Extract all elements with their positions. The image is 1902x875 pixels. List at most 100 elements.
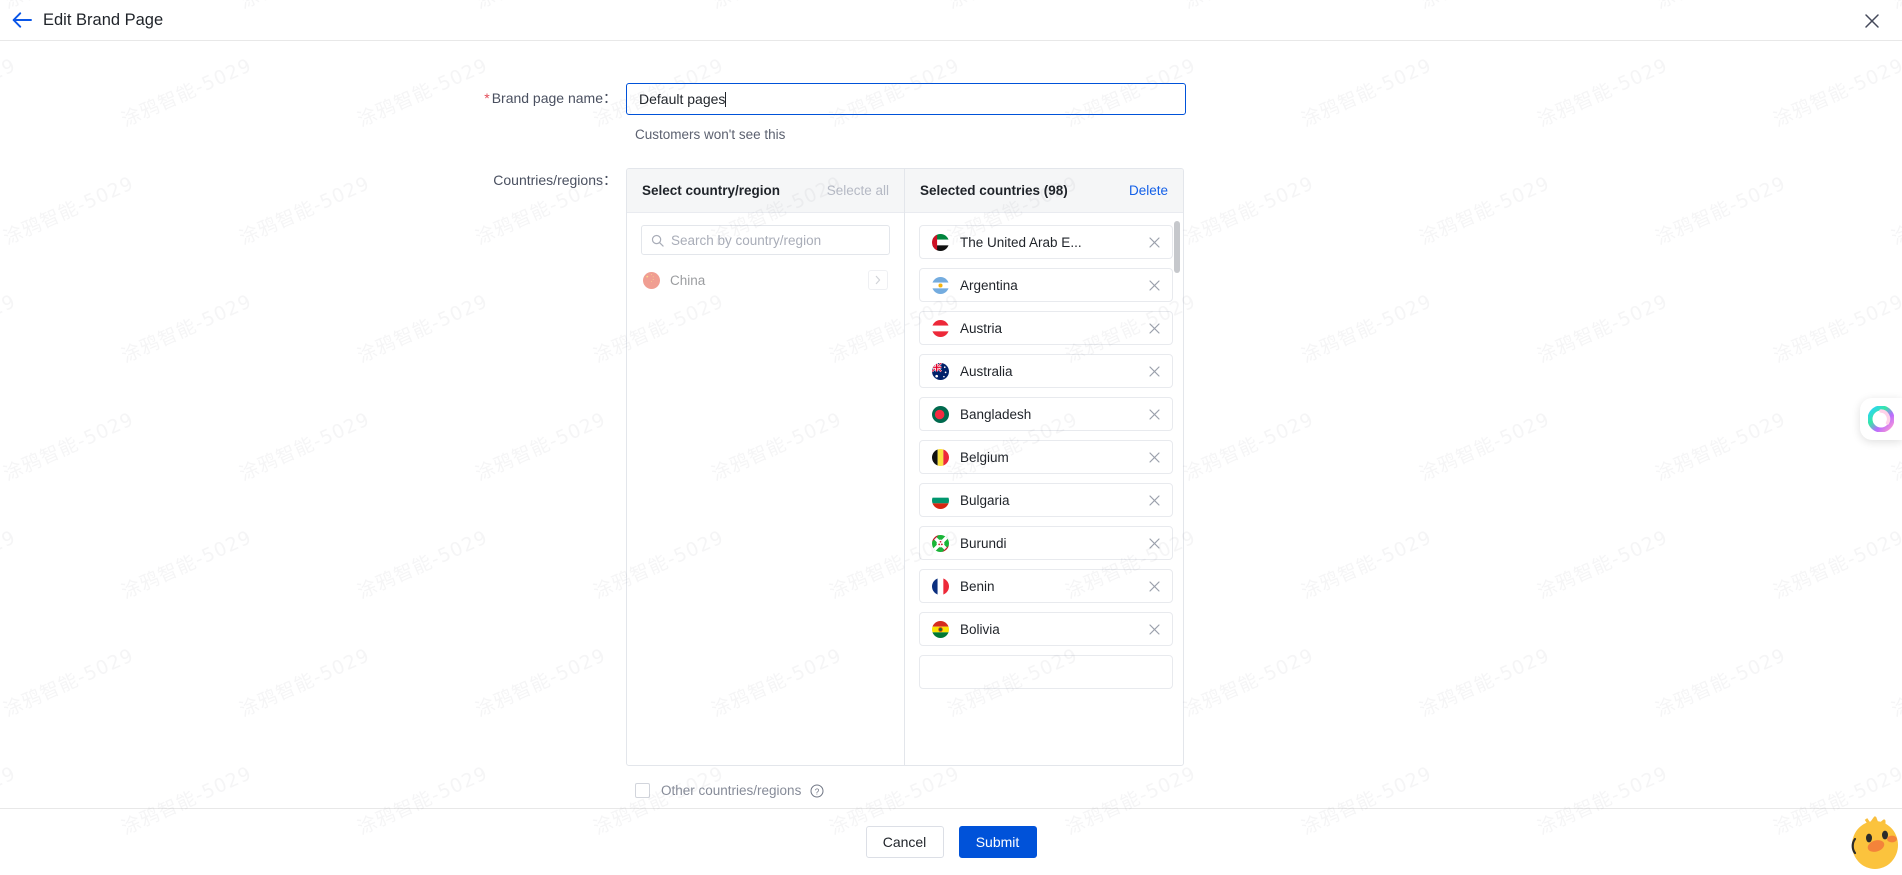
dialog-footer: Cancel Submit	[0, 808, 1902, 875]
countries-regions-label: Countries/regions：	[0, 168, 626, 192]
source-list-item-china[interactable]: China	[641, 265, 890, 295]
chick-mascot-icon[interactable]	[1844, 811, 1900, 873]
watermark-text: 涂鸦智能-5029	[1770, 290, 1902, 368]
window-header: Edit Brand Page	[0, 0, 1902, 41]
flag-bj-icon	[932, 577, 949, 595]
watermark-text: 涂鸦智能-5029	[1180, 644, 1318, 722]
selected-country-label: Burundi	[960, 535, 1007, 551]
watermark-text: 涂鸦智能-5029	[1888, 644, 1902, 722]
remove-country-icon[interactable]	[1146, 234, 1162, 250]
selected-country-label: Bulgaria	[960, 492, 1010, 508]
watermark-text: 涂鸦智能-5029	[1416, 172, 1554, 250]
selected-country-item[interactable]: Belgium	[919, 440, 1173, 474]
selected-country-label: Bolivia	[960, 621, 1000, 637]
remove-country-icon[interactable]	[1146, 449, 1162, 465]
ai-assistant-button[interactable]	[1860, 398, 1902, 440]
watermark-text: 涂鸦智能-5029	[1770, 526, 1902, 604]
remove-country-icon[interactable]	[1146, 320, 1162, 336]
selected-country-item[interactable]: Bolivia	[919, 612, 1173, 646]
cancel-button[interactable]: Cancel	[865, 826, 944, 858]
select-all-button[interactable]: Selecte all	[827, 183, 889, 198]
watermark-text: 涂鸦智能-5029	[1652, 644, 1790, 722]
back-arrow-icon[interactable]	[9, 7, 35, 33]
watermark-text: 涂鸦智能-5029	[1180, 408, 1318, 486]
flag-at-icon	[932, 319, 949, 337]
selected-country-label: Austria	[960, 320, 1003, 336]
remove-country-icon[interactable]	[1146, 363, 1162, 379]
watermark-text: 涂鸦智能-5029	[1298, 290, 1436, 368]
selected-country-item[interactable]	[919, 655, 1173, 689]
flag-bo-icon	[932, 620, 949, 638]
label-colon: ：	[603, 90, 617, 106]
watermark-text: 涂鸦智能-5029	[1298, 526, 1436, 604]
question-circle-icon[interactable]: ?	[809, 783, 824, 798]
transfer-target-panel: Selected countries (98) Delete The Unite…	[905, 169, 1183, 765]
other-countries-label: Other countries/regions	[661, 783, 802, 798]
page-title: Edit Brand Page	[43, 10, 164, 29]
close-icon[interactable]	[1860, 9, 1884, 33]
brand-page-name-value: Default pages	[639, 91, 726, 107]
selected-country-item[interactable]: Australia	[919, 354, 1173, 388]
watermark-text: 涂鸦智能-5029	[1180, 172, 1318, 250]
delete-all-button[interactable]: Delete	[1129, 183, 1168, 198]
watermark-text: 涂鸦智能-5029	[1888, 172, 1902, 250]
ai-orb-icon	[1868, 406, 1894, 432]
remove-country-icon[interactable]	[1146, 535, 1162, 551]
transfer-source-header: Select country/region Selecte all	[627, 169, 904, 213]
selected-country-item[interactable]: Argentina	[919, 268, 1173, 302]
selected-list-scrollbar[interactable]	[1174, 221, 1180, 757]
watermark-text: 涂鸦智能-5029	[1652, 172, 1790, 250]
selected-country-item[interactable]: Austria	[919, 311, 1173, 345]
selected-country-label: The United Arab E...	[960, 234, 1082, 250]
other-countries-checkbox[interactable]	[635, 783, 650, 798]
chevron-right-icon[interactable]	[868, 270, 888, 290]
remove-country-icon[interactable]	[1146, 406, 1162, 422]
selected-country-item[interactable]: Bangladesh	[919, 397, 1173, 431]
country-search-input[interactable]: Search by country/region	[641, 225, 890, 255]
remove-country-icon[interactable]	[1146, 621, 1162, 637]
brand-page-name-row: * Brand page name： Default pages	[0, 83, 1186, 115]
watermark-text: 涂鸦智能-5029	[1534, 526, 1672, 604]
remove-country-icon[interactable]	[1146, 578, 1162, 594]
submit-button[interactable]: Submit	[958, 826, 1037, 858]
watermark-text: 涂鸦智能-5029	[1534, 54, 1672, 132]
brand-page-name-input[interactable]: Default pages	[626, 83, 1186, 115]
watermark-text: 涂鸦智能-5029	[1298, 54, 1436, 132]
flag-bg-icon	[932, 491, 949, 509]
selected-country-label: Benin	[960, 578, 995, 594]
remove-country-icon[interactable]	[1146, 492, 1162, 508]
selected-country-item[interactable]: The United Arab E...	[919, 225, 1173, 259]
selected-country-label: Australia	[960, 363, 1013, 379]
selected-country-label: Belgium	[960, 449, 1009, 465]
country-transfer-widget: Select country/region Selecte all Search…	[626, 168, 1184, 766]
watermark-text: 涂鸦智能-5029	[1652, 408, 1790, 486]
selected-countries-title: Selected countries (98)	[920, 183, 1068, 198]
watermark-text: 涂鸦智能-5029	[1416, 644, 1554, 722]
search-icon	[651, 234, 664, 247]
countries-regions-label-text: Countries/regions	[493, 172, 603, 188]
countries-regions-row: Countries/regions： Select country/region…	[0, 168, 1184, 766]
watermark-text: 涂鸦智能-5029	[1416, 408, 1554, 486]
flag-be-icon	[932, 448, 949, 466]
transfer-source-body: Search by country/region China	[627, 213, 904, 765]
selected-country-item[interactable]: Benin	[919, 569, 1173, 603]
scrollbar-thumb[interactable]	[1174, 221, 1180, 273]
flag-ae-icon	[932, 233, 949, 251]
text-caret	[725, 91, 727, 107]
svg-text:?: ?	[815, 787, 820, 796]
selected-country-item[interactable]: Burundi	[919, 526, 1173, 560]
required-marker: *	[484, 90, 490, 106]
remove-country-icon[interactable]	[1146, 277, 1162, 293]
watermark-text: 涂鸦智能-5029	[1770, 54, 1902, 132]
other-countries-row: Other countries/regions ?	[635, 783, 824, 798]
flag-cn-icon	[643, 271, 660, 289]
brand-page-name-label-text: Brand page name	[491, 90, 603, 106]
selected-country-item[interactable]: Bulgaria	[919, 483, 1173, 517]
watermark-text: 涂鸦智能-5029	[1534, 290, 1672, 368]
transfer-source-panel: Select country/region Selecte all Search…	[627, 169, 905, 765]
flag-ar-icon	[932, 276, 949, 294]
selected-country-label: Bangladesh	[960, 406, 1032, 422]
selected-country-label: Argentina	[960, 277, 1018, 293]
edit-brand-page-screen: Edit Brand Page * Brand page name： Defaul…	[0, 0, 1902, 875]
transfer-source-title: Select country/region	[642, 183, 781, 198]
